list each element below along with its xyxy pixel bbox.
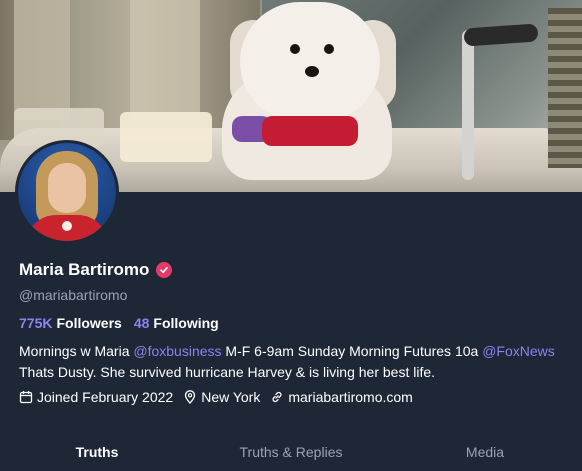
following-label: Following: [153, 315, 219, 331]
dog-head: [240, 2, 380, 122]
dog-eye: [290, 44, 300, 54]
profile-name-row: Maria Bartiromo: [19, 260, 173, 280]
profile-stats: 775K Followers 48 Following: [19, 315, 219, 331]
profile-handle: @mariabartiromo: [19, 287, 128, 303]
avatar[interactable]: [15, 140, 119, 244]
following-link[interactable]: 48 Following: [134, 315, 219, 331]
banner-candle: [120, 112, 212, 162]
verified-badge-icon: [156, 262, 173, 278]
website-text: mariabartiromo.com: [288, 389, 413, 405]
dog-collar: [262, 116, 358, 146]
bio-text: M-F 6-9am Sunday Morning Futures 10a: [221, 343, 483, 359]
banner-cane: [462, 30, 474, 180]
profile-meta: Joined February 2022 New York mariabarti…: [19, 389, 413, 405]
location-text: New York: [201, 389, 261, 405]
bio-text: Thats Dusty. She survived hurricane Harv…: [19, 364, 436, 380]
followers-label: Followers: [56, 315, 122, 331]
following-count: 48: [133, 315, 150, 331]
tab-media[interactable]: Media: [388, 432, 582, 471]
profile-name: Maria Bartiromo: [19, 260, 150, 279]
avatar-necklace: [62, 221, 72, 231]
link-icon: [270, 390, 284, 404]
mention-link-foxbusiness[interactable]: @foxbusiness: [133, 343, 221, 359]
tab-truths[interactable]: Truths: [0, 432, 194, 471]
mention-link-foxnews[interactable]: @FoxNews: [482, 343, 555, 359]
joined-text: Joined February 2022: [37, 389, 174, 405]
banner-panel: [14, 0, 70, 120]
avatar-face: [48, 163, 86, 213]
banner-lamp: [548, 8, 582, 168]
profile-bio: Mornings w Maria @foxbusiness M-F 6-9am …: [19, 341, 564, 383]
joined-date: Joined February 2022: [19, 389, 173, 405]
bio-text: Mornings w Maria: [19, 343, 134, 359]
dog-eye: [324, 44, 334, 54]
followers-count: 775K: [19, 315, 53, 331]
tab-truths-and-replies[interactable]: Truths & Replies: [194, 432, 388, 471]
location: New York: [183, 389, 260, 405]
location-pin-icon: [183, 390, 197, 404]
profile-tabs: Truths Truths & Replies Media: [0, 432, 582, 471]
banner-panel: [130, 0, 200, 120]
website-link[interactable]: mariabartiromo.com: [270, 389, 413, 405]
calendar-icon: [19, 390, 33, 404]
dog-nose: [305, 66, 319, 77]
followers-link[interactable]: 775K Followers: [19, 315, 122, 331]
